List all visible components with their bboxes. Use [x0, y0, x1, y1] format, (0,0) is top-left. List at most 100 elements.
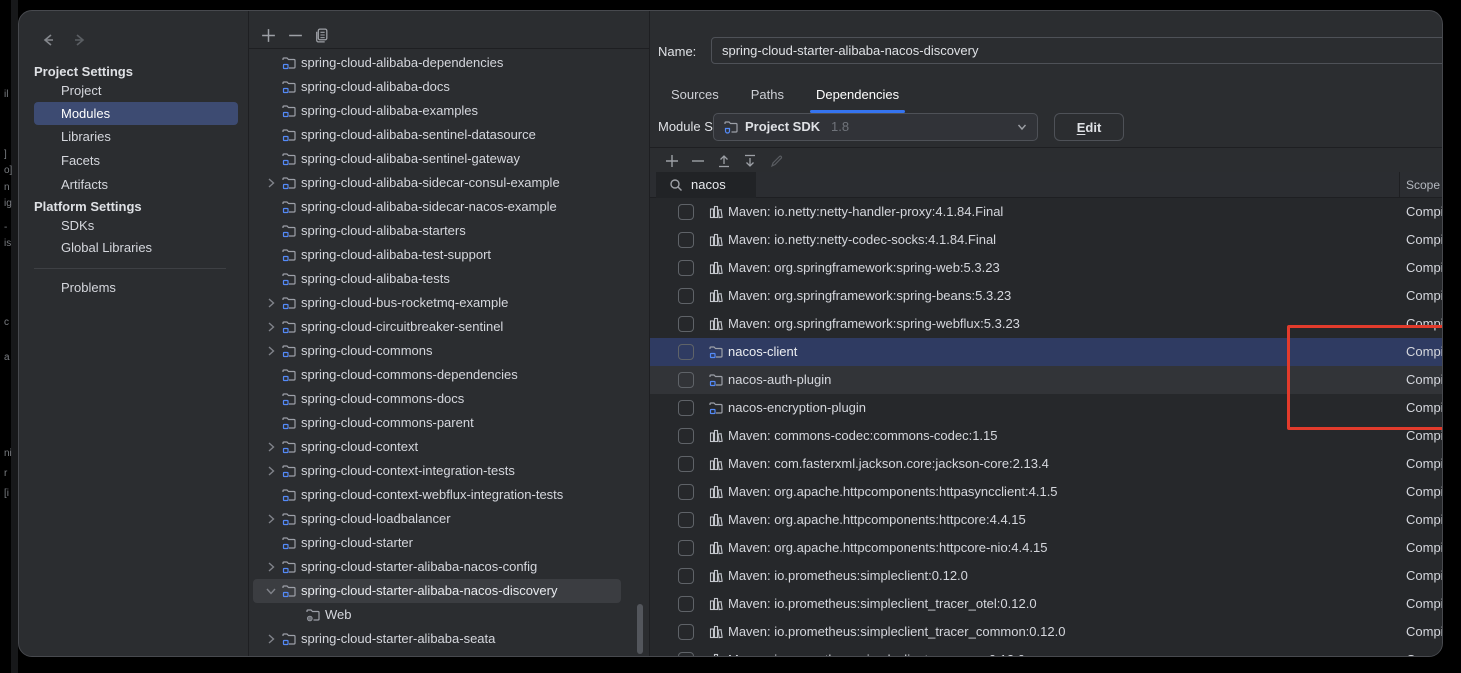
- tree-item[interactable]: Web: [249, 603, 649, 627]
- forward-arrow-icon[interactable]: [71, 31, 89, 49]
- remove-dependency-icon[interactable]: [690, 153, 706, 169]
- sidebar-item-problems[interactable]: Problems: [61, 277, 116, 299]
- sidebar-item-modules[interactable]: Modules: [34, 102, 238, 125]
- dependency-row[interactable]: Maven: commons-codec:commons-codec:1.15C…: [650, 422, 1442, 450]
- chevron-right-icon[interactable]: [263, 439, 279, 455]
- chevron-right-icon[interactable]: [263, 343, 279, 359]
- export-checkbox[interactable]: [678, 204, 694, 220]
- export-checkbox[interactable]: [678, 568, 694, 584]
- tree-item[interactable]: spring-cloud-alibaba-tests: [249, 267, 649, 291]
- tree-item[interactable]: spring-cloud-circuitbreaker-sentinel: [249, 315, 649, 339]
- module-name-input[interactable]: [711, 37, 1442, 64]
- tree-item[interactable]: spring-cloud-alibaba-sentinel-gateway: [249, 147, 649, 171]
- export-checkbox[interactable]: [678, 344, 694, 360]
- tree-item[interactable]: spring-cloud-bus-rocketmq-example: [249, 291, 649, 315]
- edit-dependency-icon[interactable]: [769, 153, 785, 169]
- dependency-row[interactable]: Maven: org.apache.httpcomponents:httpasy…: [650, 478, 1442, 506]
- export-checkbox[interactable]: [678, 456, 694, 472]
- export-checkbox[interactable]: [678, 652, 694, 656]
- dependency-scope[interactable]: Compile: [1406, 534, 1442, 562]
- tree-item[interactable]: spring-cloud-commons-parent: [249, 411, 649, 435]
- tree-item[interactable]: spring-cloud-alibaba-examples: [249, 99, 649, 123]
- add-module-icon[interactable]: [260, 27, 277, 44]
- export-checkbox[interactable]: [678, 512, 694, 528]
- tree-item[interactable]: spring-cloud-commons: [249, 339, 649, 363]
- tree-item[interactable]: spring-cloud-alibaba-docs: [249, 75, 649, 99]
- chevron-expanded-icon[interactable]: [263, 583, 279, 599]
- dependency-row[interactable]: Maven: io.prometheus:simpleclient:0.12.0…: [650, 562, 1442, 590]
- export-checkbox[interactable]: [678, 288, 694, 304]
- dependency-scope[interactable]: Compile: [1406, 562, 1442, 590]
- dependency-scope[interactable]: Compile: [1406, 282, 1442, 310]
- chevron-right-icon[interactable]: [263, 559, 279, 575]
- sidebar-item-sdks[interactable]: SDKs: [61, 215, 94, 237]
- export-checkbox[interactable]: [678, 400, 694, 416]
- sidebar-item-artifacts[interactable]: Artifacts: [61, 174, 108, 196]
- dependency-row[interactable]: Maven: io.prometheus:simpleclient_tracer…: [650, 618, 1442, 646]
- chevron-right-icon[interactable]: [263, 175, 279, 191]
- dependency-scope[interactable]: Compile: [1406, 618, 1442, 646]
- tree-item[interactable]: spring-cloud-alibaba-sentinel-datasource: [249, 123, 649, 147]
- remove-module-icon[interactable]: [287, 27, 304, 44]
- dependency-row[interactable]: Maven: io.prometheus:simpleclient_tracer…: [650, 590, 1442, 618]
- module-sdk-select[interactable]: Project SDK 1.8: [713, 113, 1038, 141]
- export-checkbox[interactable]: [678, 540, 694, 556]
- dependency-row[interactable]: Maven: io.prometheus:simpleclient_common…: [650, 646, 1442, 656]
- dependency-row[interactable]: nacos-auth-pluginCompile: [650, 366, 1442, 394]
- chevron-right-icon[interactable]: [263, 319, 279, 335]
- dependency-scope[interactable]: Compile: [1406, 590, 1442, 618]
- tab-sources[interactable]: Sources: [671, 83, 719, 113]
- export-checkbox[interactable]: [678, 260, 694, 276]
- dependency-row[interactable]: nacos-encryption-pluginCompile: [650, 394, 1442, 422]
- tree-item[interactable]: spring-cloud-context-webflux-integration…: [249, 483, 649, 507]
- dependency-scope[interactable]: Compile: [1406, 198, 1442, 226]
- dependency-row[interactable]: Maven: io.netty:netty-handler-proxy:4.1.…: [650, 198, 1442, 226]
- tree-item[interactable]: spring-cloud-commons-dependencies: [249, 363, 649, 387]
- tree-item[interactable]: spring-cloud-starter-alibaba-seata: [249, 627, 649, 651]
- sidebar-item-project[interactable]: Project: [61, 80, 101, 102]
- dependency-row[interactable]: Maven: org.apache.httpcomponents:httpcor…: [650, 506, 1442, 534]
- move-up-icon[interactable]: [716, 153, 732, 169]
- export-checkbox[interactable]: [678, 372, 694, 388]
- tree-item[interactable]: spring-cloud-alibaba-test-support: [249, 243, 649, 267]
- dependency-scope[interactable]: Compile: [1406, 478, 1442, 506]
- chevron-right-icon[interactable]: [263, 463, 279, 479]
- chevron-right-icon[interactable]: [263, 511, 279, 527]
- tree-scrollbar-thumb[interactable]: [637, 604, 643, 654]
- dependency-scope[interactable]: Compile: [1406, 254, 1442, 282]
- tree-item[interactable]: spring-cloud-alibaba-starters: [249, 219, 649, 243]
- dependency-scope[interactable]: Compile: [1406, 422, 1442, 450]
- dependency-scope[interactable]: Compile: [1406, 310, 1442, 338]
- tree-item[interactable]: spring-cloud-context-integration-tests: [249, 459, 649, 483]
- move-down-icon[interactable]: [742, 153, 758, 169]
- export-checkbox[interactable]: [678, 624, 694, 640]
- dependency-row[interactable]: Maven: org.springframework:spring-webflu…: [650, 310, 1442, 338]
- tree-item[interactable]: spring-cloud-alibaba-dependencies: [249, 51, 649, 75]
- dependency-row[interactable]: Maven: org.springframework:spring-beans:…: [650, 282, 1442, 310]
- dependency-scope[interactable]: Compile: [1406, 366, 1442, 394]
- dependency-scope[interactable]: Compile: [1406, 450, 1442, 478]
- copy-module-icon[interactable]: [313, 27, 330, 44]
- export-checkbox[interactable]: [678, 316, 694, 332]
- export-checkbox[interactable]: [678, 428, 694, 444]
- dependency-scope[interactable]: Compile: [1406, 394, 1442, 422]
- dependency-scope[interactable]: Compile: [1406, 646, 1442, 656]
- tree-item[interactable]: spring-cloud-loadbalancer: [249, 507, 649, 531]
- dependency-row[interactable]: Maven: org.springframework:spring-web:5.…: [650, 254, 1442, 282]
- tab-dependencies[interactable]: Dependencies: [816, 83, 899, 113]
- dependency-row[interactable]: nacos-clientCompile: [650, 338, 1442, 366]
- dependency-scope[interactable]: Compile: [1406, 338, 1442, 366]
- edit-button[interactable]: Edit: [1054, 113, 1124, 141]
- dependency-scope[interactable]: Compile: [1406, 506, 1442, 534]
- dependency-row[interactable]: Maven: org.apache.httpcomponents:httpcor…: [650, 534, 1442, 562]
- export-checkbox[interactable]: [678, 232, 694, 248]
- sidebar-item-facets[interactable]: Facets: [61, 150, 100, 172]
- chevron-right-icon[interactable]: [263, 295, 279, 311]
- add-dependency-icon[interactable]: [664, 153, 680, 169]
- tree-item[interactable]: spring-cloud-commons-docs: [249, 387, 649, 411]
- sidebar-item-global-libraries[interactable]: Global Libraries: [61, 237, 152, 259]
- tree-item[interactable]: spring-cloud-starter: [249, 531, 649, 555]
- tree-item[interactable]: spring-cloud-starter-alibaba-nacos-disco…: [249, 579, 649, 603]
- dependency-row[interactable]: Maven: com.fasterxml.jackson.core:jackso…: [650, 450, 1442, 478]
- tree-item[interactable]: spring-cloud-starter-alibaba-nacos-confi…: [249, 555, 649, 579]
